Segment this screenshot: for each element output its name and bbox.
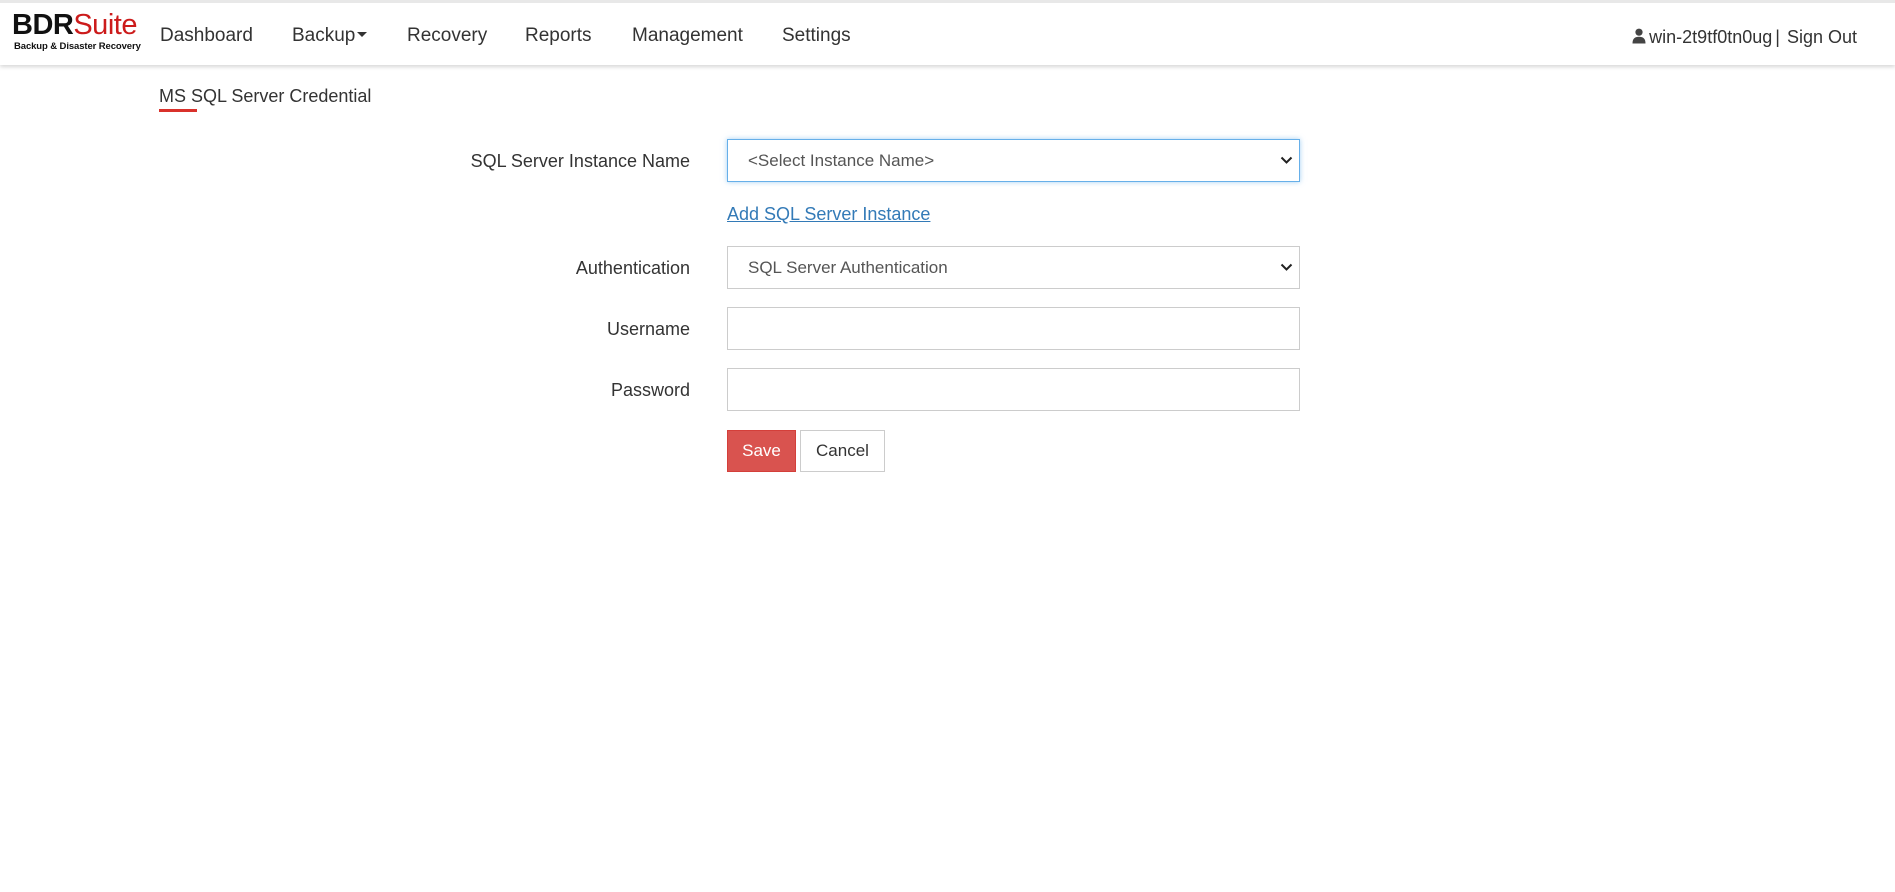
user-area: win-2t9tf0tn0ug | Sign Out [1632, 25, 1857, 49]
cancel-button[interactable]: Cancel [800, 430, 885, 472]
add-sql-server-instance-link[interactable]: Add SQL Server Instance [727, 202, 930, 226]
nav-management[interactable]: Management [632, 24, 743, 48]
instance-name-select-value: <Select Instance Name> [748, 151, 935, 170]
caret-down-icon [357, 32, 368, 38]
chevron-down-icon [1280, 263, 1293, 271]
sign-out-link[interactable]: Sign Out [1787, 27, 1857, 47]
nav-recovery[interactable]: Recovery [407, 24, 487, 48]
password-label: Password [610, 380, 690, 400]
logo-suite-text: Suite [73, 9, 137, 41]
nav-dashboard[interactable]: Dashboard [160, 24, 253, 48]
authentication-select-value: SQL Server Authentication [748, 258, 948, 277]
password-input[interactable] [727, 368, 1300, 411]
bdrsuite-logo[interactable]: BDRSuite Backup & Disaster Recovery [12, 10, 141, 54]
username-input[interactable] [727, 307, 1300, 350]
logo-wordmark: BDRSuite [12, 10, 137, 40]
instance-name-label: SQL Server Instance Name [470, 151, 690, 171]
user-separator: | [1775, 27, 1780, 47]
nav-reports[interactable]: Reports [525, 24, 592, 48]
user-icon [1632, 28, 1646, 44]
authentication-select[interactable]: SQL Server Authentication [727, 246, 1300, 289]
chevron-down-icon [1280, 156, 1293, 164]
page-title-underline [159, 109, 197, 112]
logo-bdr-text: BDR [12, 9, 74, 41]
username-display[interactable]: win-2t9tf0tn0ug [1649, 27, 1772, 47]
nav-backup-label: Backup [292, 25, 356, 46]
top-navbar: BDRSuite Backup & Disaster Recovery Dash… [0, 0, 1895, 65]
instance-name-select[interactable]: <Select Instance Name> [727, 139, 1300, 182]
nav-backup[interactable]: Backup [292, 24, 368, 48]
logo-tagline: Backup & Disaster Recovery [14, 41, 141, 52]
nav-settings[interactable]: Settings [782, 24, 851, 48]
username-label: Username [606, 319, 690, 339]
authentication-label: Authentication [575, 258, 690, 278]
page-title: MS SQL Server Credential [159, 86, 372, 106]
save-button[interactable]: Save [727, 430, 796, 472]
